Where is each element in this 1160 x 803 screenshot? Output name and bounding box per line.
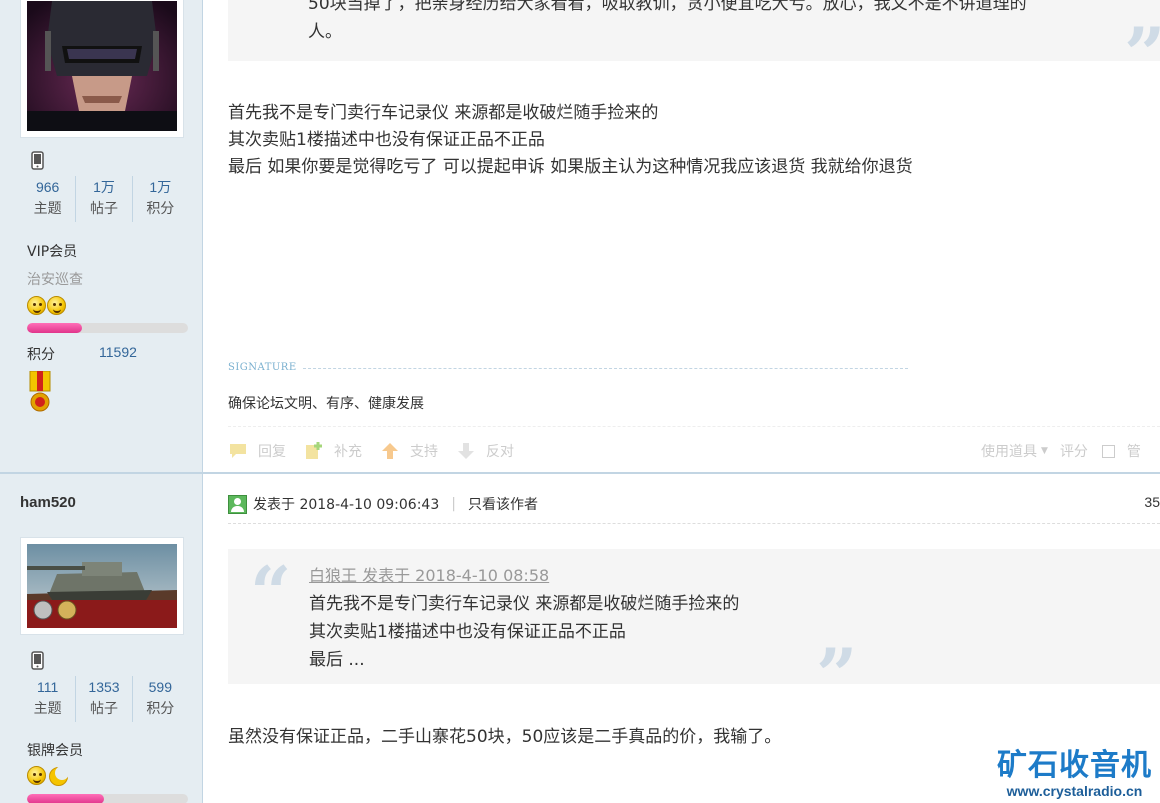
post-tools: 使用道具 ▼ 评分 管 [981,440,1141,462]
floor-number[interactable]: 35 [1144,494,1160,510]
speech-bubble-icon [228,442,248,460]
stat-value[interactable]: 1万 [76,176,131,198]
quote-line: 首先我不是专门卖行车记录仪 来源都是收破烂随手捡来的 [309,594,740,614]
level-progress-bar [27,323,188,333]
meta-divider-line [228,523,1160,524]
stat-label: 主题 [33,201,62,217]
online-user-icon [228,494,247,514]
stat-posts[interactable]: 1353 帖子 [76,676,133,722]
level-progress-bar [27,794,188,803]
post-content: 50块当掉了，把亲身经历给大家看看，吸取教训，贪小便宜吃大亏。放心，我又不是不讲… [203,0,1160,474]
credit-label: 积分 [27,347,55,363]
author-sidebar: ham520 111 主题 1353 帖子 599 积分 银牌会员 [0,474,203,803]
stat-label: 积分 [146,201,175,217]
moon-level-icon [47,766,69,786]
avatar-image [27,1,177,131]
stat-value[interactable]: 111 [20,676,75,698]
level-progress-fill [27,323,82,333]
chevron-down-icon: ▼ [1041,446,1048,456]
oppose-label: 反对 [486,444,514,460]
quote-line: 最后 ... [309,650,365,670]
watermark-url: www.crystalradio.cn [1006,783,1143,799]
user-group[interactable]: VIP会员 [27,241,77,261]
post-body-line: 首先我不是专门卖行车记录仪 来源都是收破烂随手捡来的 [228,103,659,123]
post-body-line: 其次卖贴1楼描述中也没有保证正品不正品 [228,130,545,150]
rate-button[interactable]: 评分 [1060,441,1088,461]
edit-plus-icon [304,442,324,460]
stat-value[interactable]: 966 [20,176,75,198]
post-body-line: 虽然没有保证正品，二手山寨花50块，50应该是二手真品的价，我输了。 [228,727,782,747]
credit-row: 积分 11592 [27,344,137,364]
medal-icon[interactable] [28,370,52,413]
post-2: ham520 111 主题 1353 帖子 599 积分 银牌会员 发表于 20… [0,474,1160,803]
support-label: 支持 [410,444,438,460]
stat-credits[interactable]: 599 积分 [133,676,188,722]
stat-value[interactable]: 599 [133,676,188,698]
stat-posts[interactable]: 1万帖子 [76,176,133,222]
smiley-level-icon [27,766,46,785]
signature-label: SIGNATURE [228,362,297,373]
thumbs-down-arrow-icon [456,442,476,460]
mobile-phone-icon [31,151,44,170]
author-sidebar: 966 主题 1万 帖子 1万 积分 VIP会员 治安巡查 积分 11592 [0,0,203,474]
quote-block: 50块当掉了，把亲身经历给大家看看，吸取教训，贪小便宜吃大亏。放心，我又不是不讲… [228,0,1160,90]
use-tool-button[interactable]: 使用道具 [981,441,1037,461]
reply-label: 回复 [258,444,286,460]
author-name[interactable]: ham520 [20,494,76,511]
level-progress-fill [27,794,105,803]
manage-button[interactable]: 管 [1127,441,1141,461]
post-1: 966 主题 1万 帖子 1万 积分 VIP会员 治安巡查 积分 11592 5… [0,0,1160,474]
post-date: 发表于 2018-4-10 09:06:43 [253,497,440,513]
level-icons [27,766,69,786]
stat-value[interactable]: 1万 [133,176,188,198]
mobile-phone-icon [31,651,44,670]
stat-label: 积分 [146,701,175,717]
stat-value[interactable]: 1353 [76,676,131,698]
quote-line: 其次卖贴1楼描述中也没有保证正品不正品 [309,622,626,642]
avatar[interactable] [20,0,184,138]
site-watermark: 矿石收音机 www.crystalradio.cn [997,748,1152,800]
thumbs-up-arrow-icon [380,442,400,460]
open-quote-icon: “ [250,550,292,635]
supplement-button[interactable]: 补充 [304,441,362,461]
level-icons [27,296,66,316]
stat-label: 帖子 [89,701,118,717]
author-stats: 111 主题 1353 帖子 599 积分 [20,676,188,722]
close-quote-icon: ” [816,632,858,717]
quote-line: 50块当掉了，把亲身经历给大家看看，吸取教训，贪小便宜吃大亏。放心，我又不是不讲… [308,0,1027,14]
user-group[interactable]: 银牌会员 [27,740,83,760]
reply-button[interactable]: 回复 [228,441,286,461]
credit-value: 11592 [99,344,137,360]
close-quote-icon: ” [1124,18,1160,90]
stat-label: 帖子 [89,201,118,217]
signature-divider [303,368,908,369]
quote-block: “ 白狼王 发表于 2018-4-10 08:58 首先我不是专门卖行车记录仪 … [228,549,1160,711]
quote-header-link[interactable]: 白狼王 发表于 2018-4-10 08:58 [309,562,549,590]
smiley-level-icon [47,296,66,315]
supplement-label: 补充 [334,444,362,460]
meta-divider: | [451,496,456,512]
select-checkbox[interactable] [1101,444,1115,458]
stat-topics[interactable]: 111 主题 [20,676,77,722]
actions-divider [228,426,1160,427]
avatar-image [27,544,177,628]
stat-topics[interactable]: 966 主题 [20,176,77,222]
user-sub-group: 治安巡查 [27,272,83,288]
quote-line: 人。 [308,22,342,42]
support-button[interactable]: 支持 [380,441,438,461]
watermark-title: 矿石收音机 [997,748,1152,783]
author-stats: 966 主题 1万 帖子 1万 积分 [20,176,188,222]
smiley-level-icon [27,296,46,315]
only-author-link[interactable]: 只看该作者 [468,494,538,514]
post-body-line: 最后 如果你要是觉得吃亏了 可以提起申诉 如果版主认为这种情况我应该退货 我就给… [228,157,913,177]
stat-label: 主题 [33,701,62,717]
avatar[interactable] [20,537,184,635]
stat-credits[interactable]: 1万积分 [133,176,188,222]
post-actions: 回复 补充 支持 反对 [228,440,532,462]
signature-text: 确保论坛文明、有序、健康发展 [228,396,424,412]
oppose-button[interactable]: 反对 [456,441,514,461]
post-meta: 发表于 2018-4-10 09:06:43 | 只看该作者 [228,493,538,515]
